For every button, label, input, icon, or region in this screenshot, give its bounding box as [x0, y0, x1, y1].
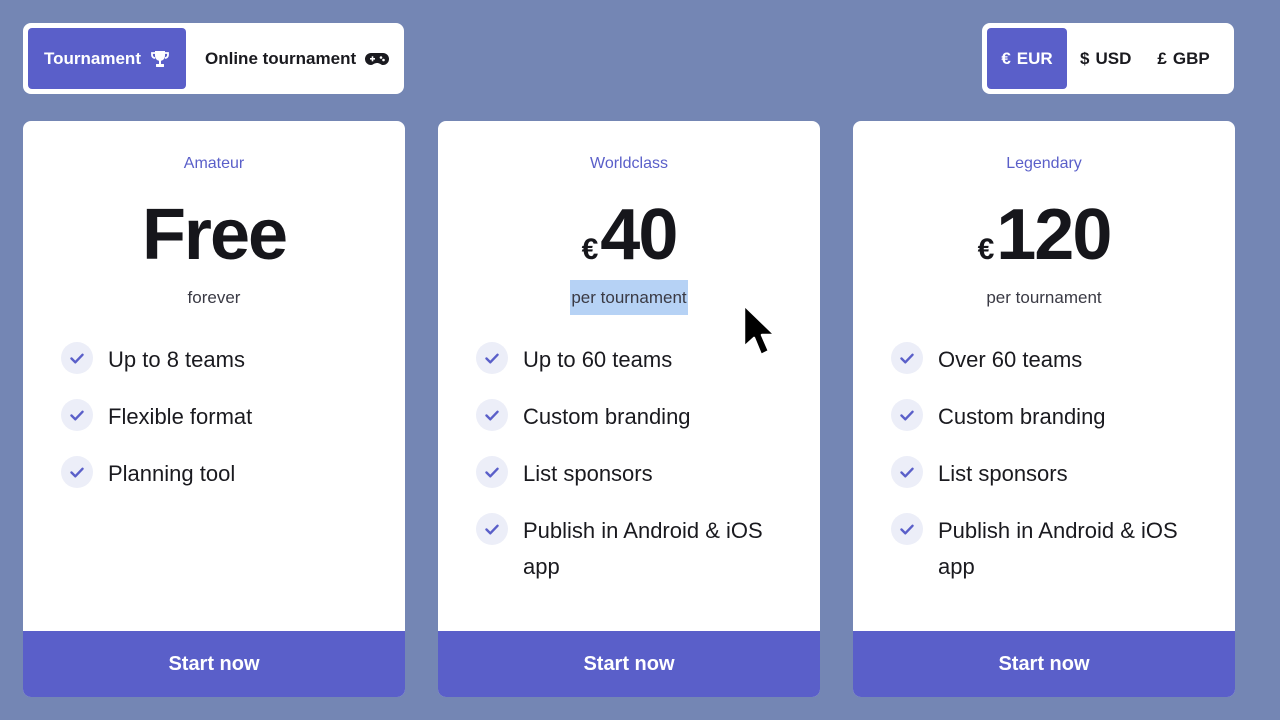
pricing-card-legendary: Legendary €120 per tournament Over 60 te… [853, 121, 1235, 697]
start-now-button[interactable]: Start now [853, 631, 1235, 697]
feature-text: Custom branding [938, 404, 1106, 429]
dollar-icon: $ [1080, 48, 1090, 68]
feature-text: Up to 8 teams [108, 347, 245, 372]
feature-item: Over 60 teams [891, 342, 1205, 378]
feature-item: List sponsors [891, 456, 1205, 492]
plan-price-amount: 40 [600, 195, 678, 275]
check-icon [891, 342, 923, 374]
feature-item: Up to 8 teams [61, 342, 375, 378]
currency-gbp[interactable]: £ GBP [1144, 28, 1222, 89]
check-icon [61, 342, 93, 374]
feature-text: Flexible format [108, 404, 253, 429]
currency-eur[interactable]: € EUR [987, 28, 1067, 89]
currency-gbp-label: GBP [1172, 48, 1210, 68]
feature-text: Custom branding [523, 404, 691, 429]
check-icon [891, 456, 923, 488]
feature-item: Publish in Android & iOS app [476, 513, 790, 585]
plan-price: Free [23, 193, 405, 277]
pound-icon: £ [1157, 48, 1167, 68]
euro-icon: € [1001, 48, 1011, 68]
plan-tier: Worldclass [590, 155, 668, 172]
check-icon [61, 456, 93, 488]
tab-tournament[interactable]: Tournament [28, 28, 186, 89]
plan-price: €40 [438, 193, 820, 292]
currency-eur-label: EUR [1016, 48, 1053, 68]
plan-period: per tournament [986, 288, 1102, 307]
tab-online-tournament[interactable]: Online tournament [186, 28, 390, 89]
gamepad-icon [365, 52, 390, 65]
tab-tournament-label: Tournament [44, 48, 141, 68]
feature-list: Up to 8 teams Flexible format Planning t… [61, 342, 375, 513]
check-icon [891, 513, 923, 545]
feature-item: Publish in Android & iOS app [891, 513, 1205, 585]
check-icon [891, 399, 923, 431]
feature-text: Up to 60 teams [523, 347, 673, 372]
currency-usd[interactable]: $ USD [1067, 28, 1144, 89]
feature-text: Over 60 teams [938, 347, 1083, 372]
check-icon [476, 342, 508, 374]
plan-price-amount: 120 [996, 195, 1112, 275]
trophy-icon [151, 50, 169, 67]
feature-item: Planning tool [61, 456, 375, 492]
currency-usd-label: USD [1095, 48, 1132, 68]
start-now-button[interactable]: Start now [438, 631, 820, 697]
check-icon [476, 399, 508, 431]
plan-price-amount: Free [141, 195, 288, 275]
plan-tier: Amateur [183, 155, 245, 172]
feature-item: Flexible format [61, 399, 375, 435]
feature-item: Custom branding [476, 399, 790, 435]
tournament-type-toggle: Tournament Online tournament [23, 23, 404, 94]
feature-item: List sponsors [476, 456, 790, 492]
check-icon [476, 513, 508, 545]
plan-tier: Legendary [1006, 155, 1082, 172]
feature-text: List sponsors [523, 461, 653, 486]
tab-online-tournament-label: Online tournament [205, 48, 357, 68]
start-now-button[interactable]: Start now [23, 631, 405, 697]
check-icon [61, 399, 93, 431]
plan-price: €120 [853, 193, 1235, 292]
check-icon [476, 456, 508, 488]
feature-text: List sponsors [938, 461, 1068, 486]
feature-text: Planning tool [108, 461, 236, 486]
currency-symbol: € [581, 233, 599, 266]
currency-symbol: € [977, 233, 995, 266]
feature-text: Publish in Android & iOS app [938, 518, 1178, 579]
feature-list: Over 60 teams Custom branding List spons… [891, 342, 1205, 606]
feature-text: Publish in Android & iOS app [523, 518, 763, 579]
pricing-card-amateur: Amateur Free forever Up to 8 teams Flexi… [23, 121, 405, 697]
feature-list: Up to 60 teams Custom branding List spon… [476, 342, 790, 606]
pricing-card-worldclass: Worldclass €40 per tournament Up to 60 t… [438, 121, 820, 697]
selected-text: per tournament [570, 280, 688, 315]
feature-item: Custom branding [891, 399, 1205, 435]
plan-period: forever [187, 288, 241, 307]
currency-toggle: € EUR $ USD £ GBP [982, 23, 1234, 94]
mouse-cursor-icon [742, 303, 777, 357]
